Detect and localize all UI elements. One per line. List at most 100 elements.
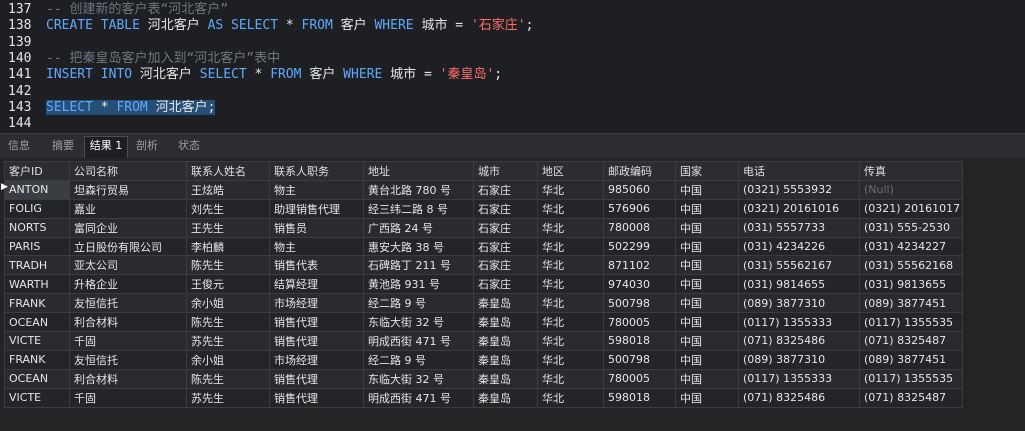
tab-summary[interactable]: 摘要 [50, 137, 76, 155]
table-cell[interactable]: 石家庄 [473, 236, 538, 257]
table-cell[interactable]: FOLIG [4, 198, 70, 219]
table-cell[interactable]: 598018 [603, 387, 676, 408]
column-header[interactable]: 电话 [738, 161, 860, 181]
table-row[interactable]: VICTE 千固 苏先生 销售代理 明成西街 471 号秦皇岛 华北 598018 中国 (07… [4, 387, 963, 408]
table-cell[interactable]: 王炫皓 [186, 179, 270, 200]
table-cell[interactable]: 石家庄 [473, 179, 538, 200]
table-cell[interactable]: 陈先生 [186, 368, 270, 389]
column-header[interactable]: 客户ID [4, 161, 70, 181]
table-cell[interactable]: 780005 [603, 368, 676, 389]
table-cell[interactable]: (031) 55562168 [859, 255, 963, 276]
table-cell[interactable]: 陈先生 [186, 255, 270, 276]
table-row[interactable]: FOLIG 嘉业 刘先生 助理销售代理 经三纬二路 8 号石家庄 华北 576906 中国 (0… [4, 198, 963, 219]
table-cell[interactable]: FRANK [4, 293, 70, 314]
table-cell[interactable]: 助理销售代理 [269, 198, 364, 219]
table-cell[interactable]: (031) 9813655 [859, 274, 963, 295]
table-cell[interactable]: 华北 [537, 255, 604, 276]
table-cell[interactable]: 中国 [675, 293, 739, 314]
table-cell[interactable]: (071) 8325486 [738, 387, 860, 408]
table-cell[interactable]: 物主 [269, 236, 364, 257]
table-cell[interactable]: 经三纬二路 8 号 [363, 198, 474, 219]
table-cell[interactable]: 中国 [675, 387, 739, 408]
table-cell[interactable]: 中国 [675, 312, 739, 333]
table-cell[interactable]: 李柏麟 [186, 236, 270, 257]
table-cell[interactable]: 974030 [603, 274, 676, 295]
table-cell[interactable]: 秦皇岛 [473, 368, 538, 389]
column-header[interactable]: 地区 [537, 161, 604, 181]
table-cell[interactable]: 中国 [675, 179, 739, 200]
table-cell[interactable]: ANTON [4, 179, 70, 200]
table-cell[interactable]: 销售代理 [269, 312, 364, 333]
column-header[interactable]: 公司名称 [69, 161, 187, 181]
table-cell[interactable]: 销售代表 [269, 255, 364, 276]
table-cell[interactable]: (071) 8325487 [859, 331, 963, 351]
table-cell[interactable]: 亚太公司 [69, 255, 187, 276]
table-cell[interactable]: 576906 [603, 198, 676, 219]
table-cell[interactable]: (0117) 1355333 [738, 368, 860, 389]
table-cell[interactable]: 富同企业 [69, 217, 187, 238]
table-cell[interactable]: 东临大街 32 号 [363, 312, 474, 333]
tab-result-1[interactable]: 结果 1 [84, 136, 128, 158]
column-header[interactable]: 国家 [675, 161, 739, 181]
result-grid[interactable]: 客户ID 公司名称 联系人姓名 联系人职务 地址 城市 地区 邮政编码 国家 电话 传真 ANTON… [0, 158, 1025, 431]
table-cell[interactable]: 780008 [603, 217, 676, 238]
table-cell[interactable]: 千固 [69, 387, 187, 408]
column-header[interactable]: 邮政编码 [603, 161, 676, 181]
table-cell[interactable]: 中国 [675, 217, 739, 238]
table-cell[interactable]: 广西路 24 号 [363, 217, 474, 238]
table-cell[interactable]: 华北 [537, 274, 604, 295]
table-cell[interactable]: (031) 4234227 [859, 236, 963, 257]
code-line[interactable]: 139 [0, 34, 46, 52]
table-cell[interactable]: 华北 [537, 236, 604, 257]
table-cell[interactable]: 市场经理 [269, 349, 364, 370]
table-cell[interactable]: (031) 4234226 [738, 236, 860, 257]
code-line[interactable]: 140 -- 把秦皇岛客户加入到“河北客户”表中 [0, 50, 280, 68]
table-cell[interactable]: (089) 3877310 [738, 349, 860, 370]
table-cell[interactable]: (Null) [859, 179, 963, 200]
table-cell[interactable]: 500798 [603, 349, 676, 370]
table-cell[interactable]: 华北 [537, 387, 604, 408]
code-line[interactable]: 142 [0, 83, 46, 101]
table-cell[interactable]: (089) 3877451 [859, 349, 963, 370]
table-cell[interactable]: 余小姐 [186, 293, 270, 314]
table-cell[interactable]: 销售代理 [269, 368, 364, 389]
table-cell[interactable]: OCEAN [4, 312, 70, 333]
table-cell[interactable]: 中国 [675, 274, 739, 295]
table-cell[interactable]: 销售代理 [269, 331, 364, 351]
column-header[interactable]: 传真 [859, 161, 963, 181]
table-cell[interactable]: (071) 8325486 [738, 331, 860, 351]
table-cell[interactable]: 871102 [603, 255, 676, 276]
table-row[interactable]: OCEAN 利合材料 陈先生 销售代理 东临大街 32 号秦皇岛 华北 780005 中国 (0… [4, 368, 963, 389]
table-cell[interactable]: 明成西街 471 号 [363, 331, 474, 351]
table-cell[interactable]: (0321) 5553932 [738, 179, 860, 200]
table-row[interactable]: OCEAN 利合材料 陈先生 销售代理 东临大街 32 号秦皇岛 华北 780005 中国 (0… [4, 312, 963, 333]
table-cell[interactable]: 中国 [675, 368, 739, 389]
table-row[interactable]: NORTS 富同企业 王先生 销售员 广西路 24 号石家庄 华北 780008 中国 (031… [4, 217, 963, 238]
table-cell[interactable]: 立日股份有限公司 [69, 236, 187, 257]
table-cell[interactable]: WARTH [4, 274, 70, 295]
table-cell[interactable]: 销售代理 [269, 387, 364, 408]
table-cell[interactable]: VICTE [4, 387, 70, 408]
table-cell[interactable]: (0321) 20161017 [859, 198, 963, 219]
table-row[interactable]: FRANK 友恒信托 余小姐 市场经理 经二路 9 号秦皇岛 华北 500798 中国 (089… [4, 293, 963, 314]
table-row[interactable]: ANTON 坦森行贸易 王炫皓 物主 黄台北路 780 号石家庄 华北 985060 中国 (0… [4, 179, 963, 200]
table-cell[interactable]: 嘉业 [69, 198, 187, 219]
table-cell[interactable]: 华北 [537, 368, 604, 389]
table-cell[interactable]: 千固 [69, 331, 187, 351]
table-cell[interactable]: 东临大街 32 号 [363, 368, 474, 389]
code-line[interactable]: 144 [0, 115, 46, 133]
table-cell[interactable]: 秦皇岛 [473, 312, 538, 333]
table-cell[interactable]: (031) 5557733 [738, 217, 860, 238]
table-cell[interactable]: 华北 [537, 198, 604, 219]
code-line[interactable]: 138 CREATE TABLE 河北客户 AS SELECT * FROM 客户… [0, 17, 533, 35]
table-row[interactable]: WARTH 升格企业 王俊元 结算经理 黄池路 931 号石家庄 华北 974030 中国 (0… [4, 274, 963, 295]
column-header[interactable]: 联系人职务 [269, 161, 364, 181]
table-cell[interactable]: 985060 [603, 179, 676, 200]
table-cell[interactable]: 石家庄 [473, 255, 538, 276]
table-cell[interactable]: FRANK [4, 349, 70, 370]
table-cell[interactable]: 秦皇岛 [473, 387, 538, 408]
table-cell[interactable]: (0117) 1355535 [859, 312, 963, 333]
table-cell[interactable]: 中国 [675, 349, 739, 370]
table-cell[interactable]: (071) 8325487 [859, 387, 963, 408]
table-cell[interactable]: OCEAN [4, 368, 70, 389]
